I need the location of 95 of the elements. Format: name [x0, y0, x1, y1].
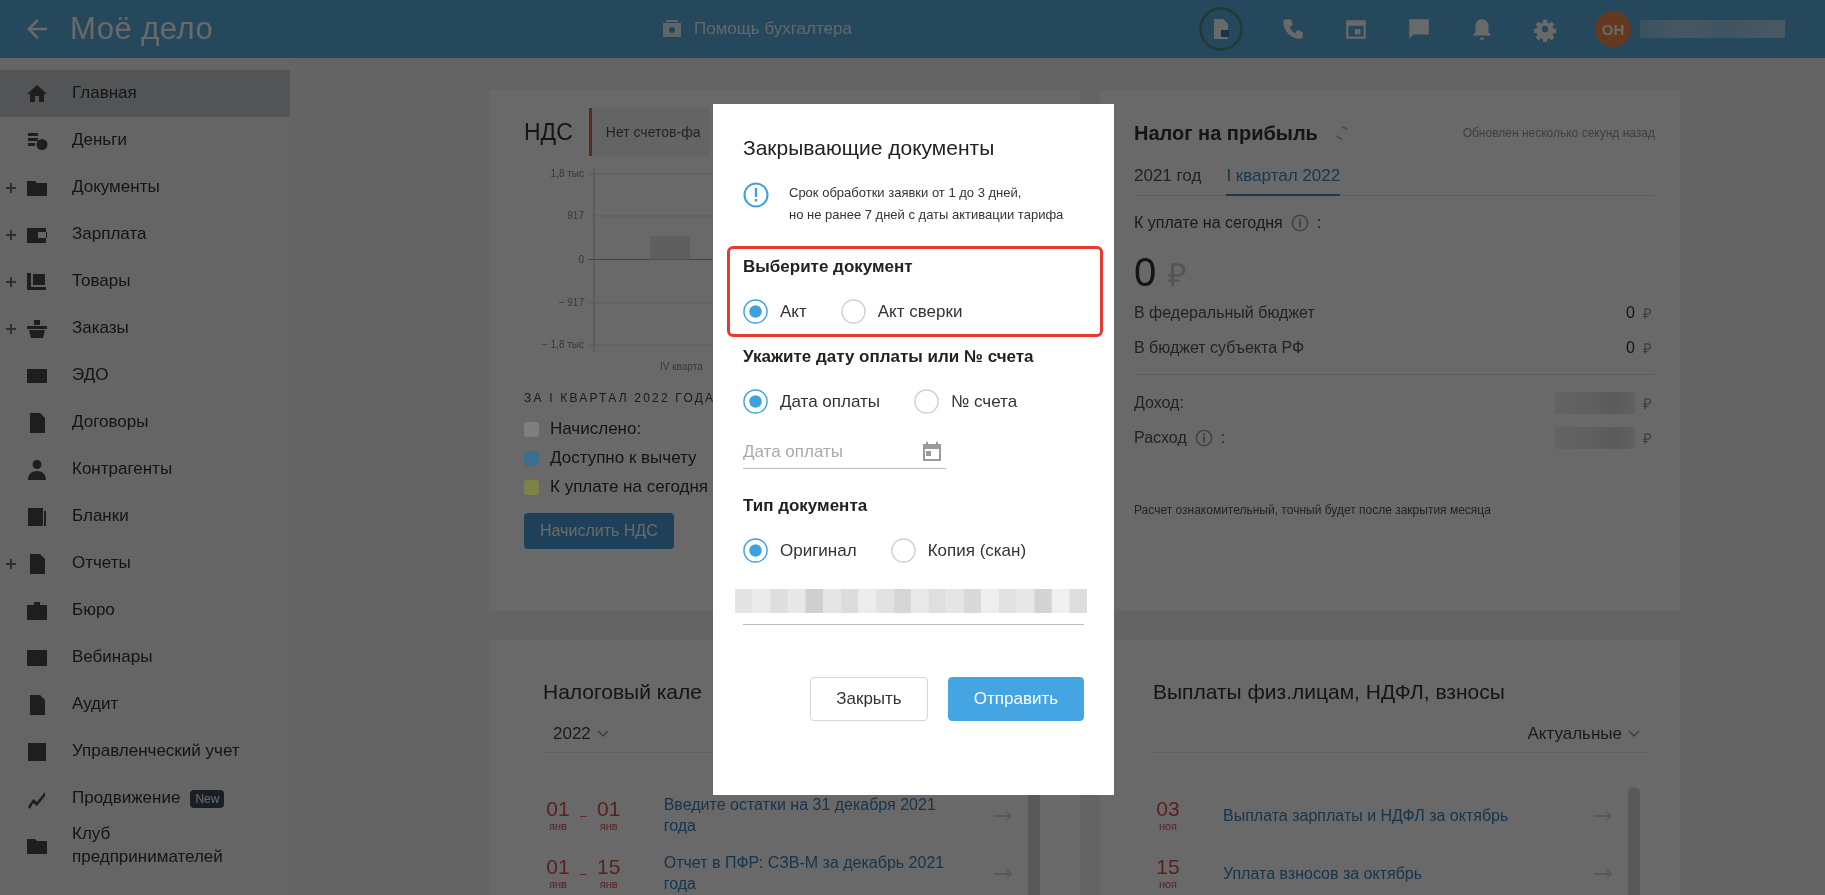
- radio-option[interactable]: Оригинал: [743, 538, 857, 563]
- sidebar-item[interactable]: Товары: [0, 258, 290, 305]
- group-heading: Укажите дату оплаты или № счета: [743, 347, 1035, 367]
- group-heading: Тип документа: [743, 496, 869, 516]
- sidebar-item[interactable]: Контрагенты: [0, 446, 290, 493]
- accrue-vat-button[interactable]: Начислить НДС: [524, 513, 674, 549]
- currency-sign: ₽: [1643, 428, 1653, 448]
- row-label: В бюджет субъекта РФ: [1134, 338, 1305, 357]
- sidebar-item[interactable]: Договоры: [0, 399, 290, 446]
- footnote: Расчет ознакомительный, точный будет после закрытия месяца: [1134, 503, 1492, 517]
- calendar-icon[interactable]: [920, 440, 944, 464]
- radio-button[interactable]: [743, 299, 768, 324]
- exclamation-icon: [743, 182, 769, 208]
- card-title: Налог на прибыль: [1134, 121, 1318, 145]
- date: 01 янв: [545, 798, 571, 834]
- legend-label: Доступно к вычету: [550, 448, 697, 468]
- expand-icon[interactable]: [6, 558, 16, 569]
- due-label: К уплате на сегодня: [1134, 214, 1283, 232]
- sidebar-item[interactable]: Бюро: [0, 587, 290, 634]
- avatar[interactable]: ОН: [1595, 11, 1631, 47]
- radio-option[interactable]: Копия (скан): [890, 538, 1027, 563]
- period-tab[interactable]: 2021 год: [1134, 160, 1202, 196]
- row-label: Доход:: [1134, 393, 1184, 412]
- close-button[interactable]: Закрыть: [810, 677, 928, 721]
- colon: :: [1220, 428, 1226, 447]
- info-icon[interactable]: [1290, 214, 1309, 232]
- sidebar-item[interactable]: Зарплата: [0, 211, 290, 258]
- sidebar-item[interactable]: Продвижение New: [0, 775, 290, 822]
- notice-text: Срок обработки заявки от 1 до 3 дней, но не ранее 7 дней с даты активации тарифа: [789, 184, 1064, 224]
- currency-sign: ₽: [1643, 393, 1653, 413]
- currency-sign: ₽: [1168, 256, 1188, 295]
- expand-icon[interactable]: [6, 323, 16, 334]
- radio-button[interactable]: [890, 538, 916, 563]
- date: 01 янв: [545, 856, 571, 892]
- year-dropdown[interactable]: 2022: [553, 724, 609, 744]
- legend-label: Начислено:: [550, 419, 642, 439]
- logo[interactable]: Моё дело: [70, 11, 214, 47]
- notice-banner: Нет счетов-фа: [588, 108, 710, 156]
- sidebar-item[interactable]: Управленческий учет: [0, 728, 290, 775]
- expand-icon[interactable]: [6, 276, 16, 287]
- chevron-down-icon: [1628, 730, 1640, 738]
- event-link[interactable]: Уплата взносов за октябрь: [1223, 863, 1423, 885]
- sidebar-item[interactable]: Вебинары: [0, 634, 290, 681]
- radio-button[interactable]: [914, 389, 940, 414]
- sidebar-item[interactable]: Документы: [0, 164, 290, 211]
- document-lock-icon[interactable]: [1199, 7, 1243, 51]
- currency-sign: ₽: [1643, 303, 1653, 323]
- expand-icon[interactable]: [6, 229, 16, 240]
- sidebar-item[interactable]: Клуб предпринимателей: [0, 822, 290, 869]
- radio-option[interactable]: Акт: [743, 299, 807, 324]
- radio-button[interactable]: [743, 538, 768, 563]
- sidebar-item[interactable]: ЭДО: [0, 352, 290, 399]
- expand-icon[interactable]: [6, 182, 16, 193]
- date: 01 янв: [596, 798, 622, 834]
- event-link[interactable]: Выплата зарплаты и НДФЛ за октябрь: [1223, 805, 1509, 827]
- card-title: Налоговый кале: [543, 680, 702, 704]
- sidebar-item[interactable]: Деньги: [0, 117, 290, 164]
- date-separator: –: [579, 867, 588, 881]
- sidebar-item[interactable]: Заказы: [0, 305, 290, 352]
- period-tab[interactable]: I квартал 2022: [1226, 160, 1341, 196]
- radio-option[interactable]: № счета: [914, 389, 1018, 414]
- date-separator: –: [579, 809, 588, 823]
- person-icon: [25, 457, 49, 482]
- radio-button[interactable]: [743, 389, 768, 414]
- card-title: Выплаты физ.лицам, НДФЛ, взносы: [1153, 680, 1505, 704]
- date: 15 ноя: [1155, 856, 1181, 892]
- legend-label: К уплате на сегодня: [550, 477, 709, 497]
- date: 15 янв: [596, 856, 622, 892]
- amount: 0: [1626, 303, 1635, 322]
- radio-option[interactable]: Акт сверки: [840, 299, 963, 324]
- sidebar-item[interactable]: Бланки: [0, 493, 290, 540]
- sidebar-item[interactable]: Отчеты: [0, 540, 290, 587]
- filter-dropdown[interactable]: Актуальные: [1527, 724, 1640, 744]
- sidebar-item[interactable]: Аудит: [0, 681, 290, 728]
- radio-option[interactable]: Дата оплаты: [743, 389, 881, 414]
- row-label: Расход: [1134, 428, 1187, 447]
- amount: 0: [1626, 338, 1635, 357]
- radio-button[interactable]: [840, 299, 866, 324]
- amount: 0: [1134, 250, 1157, 295]
- dialog-title: Закрывающие документы: [743, 135, 996, 161]
- colon: :: [1316, 214, 1322, 232]
- sidebar-item[interactable]: Главная: [0, 70, 290, 117]
- group-heading: Выберите документ: [743, 257, 914, 277]
- chevron-down-icon: [596, 730, 609, 738]
- date: 03 ноя: [1155, 798, 1181, 834]
- new-badge: New: [190, 789, 225, 808]
- info-icon[interactable]: [1194, 428, 1213, 447]
- row-label: В федеральный бюджет: [1134, 303, 1315, 322]
- event-link[interactable]: Отчет в ПФР: СЗВ-М за декабрь 2021 года: [663, 853, 954, 895]
- event-link[interactable]: Введите остатки на 31 декабря 2021 года: [663, 795, 954, 837]
- currency-sign: ₽: [1643, 338, 1653, 358]
- send-button[interactable]: Отправить: [948, 677, 1084, 721]
- card-title: НДС: [524, 118, 573, 146]
- phone-icon[interactable]: [1280, 16, 1306, 42]
- chart-bar: [650, 235, 690, 260]
